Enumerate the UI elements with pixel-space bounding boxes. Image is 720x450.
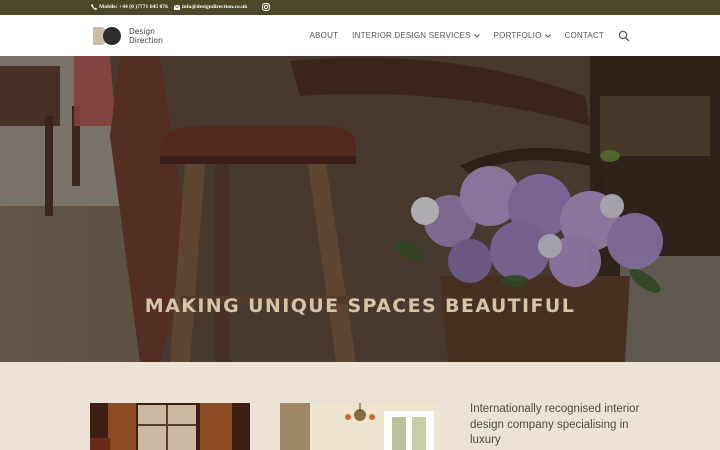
email-contact[interactable]: info@designdirection.co.uk — [174, 4, 247, 10]
nav-contact[interactable]: CONTACT — [565, 31, 604, 40]
room-image — [280, 403, 440, 450]
nav-portfolio-label: PORTFOLIO — [493, 31, 542, 40]
intro-section: Internationally recognised interior desi… — [0, 362, 720, 450]
logo-mark — [93, 25, 127, 47]
portfolio-thumbnail-2[interactable] — [280, 403, 440, 450]
instagram-link[interactable] — [262, 3, 270, 11]
envelope-icon — [174, 4, 180, 10]
hero-title: MAKING UNIQUE SPACES BEAUTIFUL — [144, 295, 576, 317]
instagram-icon — [262, 3, 270, 11]
logo-text: Design Direction — [129, 27, 163, 45]
main-nav: ABOUT INTERIOR DESIGN SERVICES PORTFOLIO… — [310, 15, 630, 56]
phone-contact[interactable]: Mobile: +44 (0 )7771 645 876 — [91, 4, 168, 10]
phone-number: Mobile: +44 (0 )7771 645 876 — [99, 4, 168, 10]
chevron-down-icon — [544, 33, 551, 38]
contact-bar: Mobile: +44 (0 )7771 645 876 info@design… — [0, 0, 720, 15]
hero-banner: MAKING UNIQUE SPACES BEAUTIFUL — [0, 56, 720, 362]
nav-about-label: ABOUT — [309, 31, 339, 40]
logo-line-1: Design — [129, 27, 155, 36]
logo-line-2: Direction — [129, 36, 163, 45]
room-image — [90, 403, 250, 450]
site-header: Design Direction ABOUT INTERIOR DESIGN S… — [0, 15, 720, 56]
nav-about[interactable]: ABOUT — [310, 31, 339, 40]
nav-services-label: INTERIOR DESIGN SERVICES — [352, 31, 471, 40]
site-logo[interactable]: Design Direction — [93, 25, 163, 47]
phone-icon — [91, 4, 97, 10]
email-address: info@designdirection.co.uk — [182, 4, 248, 10]
nav-portfolio[interactable]: PORTFOLIO — [494, 31, 551, 40]
nav-contact-label: CONTACT — [564, 31, 604, 40]
nav-interior-design-services[interactable]: INTERIOR DESIGN SERVICES — [352, 31, 480, 40]
portfolio-thumbnail-1[interactable] — [90, 403, 250, 450]
search-icon[interactable] — [618, 30, 630, 42]
intro-text: Internationally recognised interior desi… — [470, 403, 640, 446]
chevron-down-icon — [473, 33, 480, 38]
